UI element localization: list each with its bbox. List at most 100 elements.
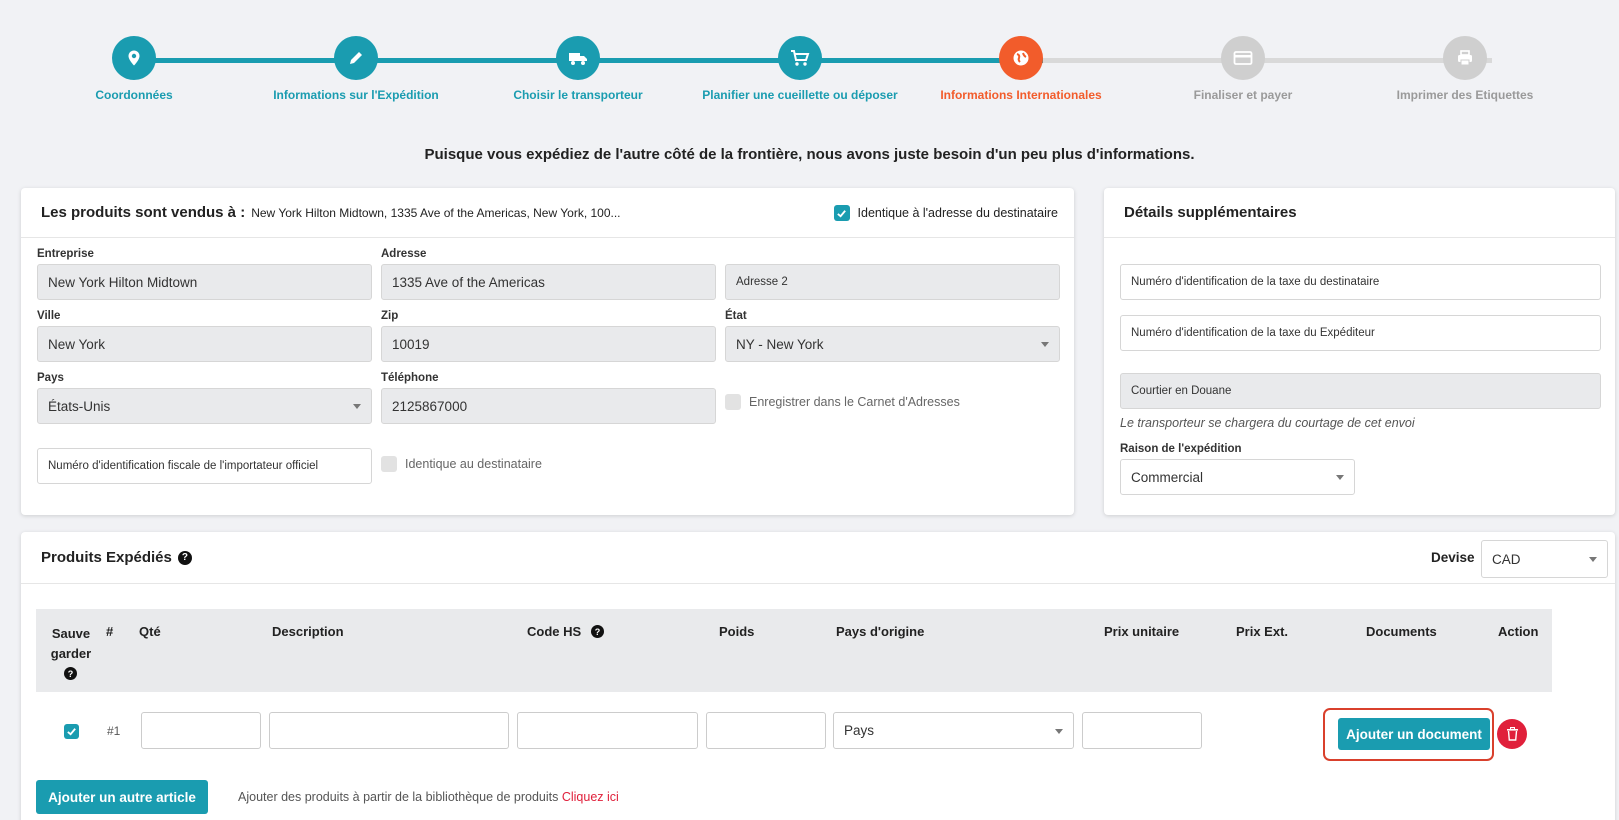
sold-to-title: Les produits sont vendus à : <box>41 204 246 221</box>
address2-field[interactable]: Adresse 2 <box>725 264 1060 300</box>
company-field[interactable]: New York Hilton Midtown <box>37 264 372 300</box>
step-label: Imprimer des Etiquettes <box>1396 88 1534 102</box>
chevron-down-icon <box>353 404 361 409</box>
col-number: # <box>106 624 114 639</box>
currency-value: CAD <box>1492 551 1521 567</box>
intro-message: Puisque vous expédiez de l'autre côté de… <box>424 146 1195 163</box>
reason-select[interactable]: Commercial <box>1120 459 1355 495</box>
importer-tax-id-field[interactable]: Numéro d'identification fiscale de l'imp… <box>37 448 372 484</box>
col-description: Description <box>272 624 344 639</box>
col-unit-price: Prix unitaire <box>1104 624 1180 639</box>
col-ext-price: Prix Ext. <box>1236 624 1289 639</box>
country-value: États-Unis <box>48 398 111 414</box>
library-link[interactable]: Cliquez ici <box>562 790 619 804</box>
step-label: Planifier une cueillette ou déposer <box>702 88 898 102</box>
help-icon[interactable]: ? <box>64 667 77 680</box>
progress-stepper: Coordonnées Informations sur l'Expédition… <box>0 34 1619 124</box>
chevron-down-icon <box>1041 342 1049 347</box>
step-label: Informations sur l'Expédition <box>273 88 439 102</box>
delete-row-button[interactable] <box>1497 719 1527 749</box>
row-number: #1 <box>107 724 121 738</box>
sold-to-address-summary: New York Hilton Midtown, 1335 Ave of the… <box>251 205 621 220</box>
reason-value: Commercial <box>1131 469 1204 485</box>
company-label: Entreprise <box>37 248 94 260</box>
checkbox-checked-icon <box>833 205 850 221</box>
chevron-down-icon <box>1336 475 1344 480</box>
library-hint: Ajouter des produits à partir de la bibl… <box>238 790 619 804</box>
qty-input[interactable] <box>141 712 261 749</box>
step-6[interactable]: Finaliser et payer <box>1133 34 1353 102</box>
state-label: État <box>725 310 747 322</box>
details-title: Détails supplémentaires <box>1124 204 1297 221</box>
zip-field[interactable]: 10019 <box>381 326 716 362</box>
same-as-recipient-label: Identique à l'adresse du destinataire <box>857 206 1058 220</box>
step-1[interactable]: Coordonnées <box>24 34 244 102</box>
city-label: Ville <box>37 310 61 322</box>
country-label: Pays <box>37 372 64 384</box>
map-pin-icon <box>112 36 156 80</box>
col-save: Sauvegarder <box>50 626 92 661</box>
save-address-book-label: Enregistrer dans le Carnet d'Adresses <box>749 395 960 409</box>
row-save-checkbox[interactable] <box>64 724 79 742</box>
customs-broker-field[interactable]: Courtier en Douane <box>1120 373 1601 409</box>
same-as-recipient-checkbox[interactable]: Identique à l'adresse du destinataire <box>833 205 1058 221</box>
currency-select[interactable]: CAD <box>1481 540 1608 578</box>
col-origin: Pays d'origine <box>836 624 925 639</box>
checkbox-unchecked-icon <box>381 456 397 472</box>
step-2[interactable]: Informations sur l'Expédition <box>246 34 466 102</box>
hs-code-input[interactable] <box>517 712 698 749</box>
step-label: Finaliser et payer <box>1193 88 1293 102</box>
checkbox-checked-icon <box>64 724 79 739</box>
zip-label: Zip <box>381 310 399 322</box>
origin-country-value: Pays <box>844 723 875 738</box>
phone-field[interactable]: 2125867000 <box>381 388 716 424</box>
help-icon[interactable]: ? <box>177 550 192 565</box>
step-7[interactable]: Imprimer des Etiquettes <box>1355 34 1575 102</box>
phone-label: Téléphone <box>381 372 439 384</box>
same-as-dest-label: Identique au destinataire <box>405 457 542 471</box>
state-select[interactable]: NY - New York <box>725 326 1060 362</box>
step-label: Choisir le transporteur <box>513 88 643 102</box>
city-field[interactable]: New York <box>37 326 372 362</box>
sold-to-card: Les produits sont vendus à : New York Hi… <box>21 188 1074 515</box>
col-documents: Documents <box>1366 624 1437 639</box>
library-text: Ajouter des produits à partir de la bibl… <box>238 790 559 804</box>
description-input[interactable] <box>269 712 509 749</box>
state-value: NY - New York <box>736 336 824 352</box>
add-document-button[interactable]: Ajouter un document <box>1338 718 1490 750</box>
same-as-dest-checkbox[interactable]: Identique au destinataire <box>381 456 542 472</box>
step-label: Coordonnées <box>95 88 173 102</box>
shipper-tax-id-field[interactable]: Numéro d'identification de la taxe du Ex… <box>1120 315 1601 351</box>
trash-icon <box>1506 727 1518 741</box>
step-label: Informations Internationales <box>940 88 1102 102</box>
origin-country-select[interactable]: Pays <box>833 712 1074 749</box>
recipient-tax-id-field[interactable]: Numéro d'identification de la taxe du de… <box>1120 264 1601 300</box>
help-icon[interactable]: ? <box>591 625 604 638</box>
checkbox-unchecked-icon <box>725 394 741 410</box>
address-field[interactable]: 1335 Ave of the Americas <box>381 264 716 300</box>
products-table-header: Sauvegarder ? # Qté Description Code HS … <box>36 609 1552 692</box>
currency-label: Devise <box>1431 550 1475 565</box>
globe-icon <box>999 36 1043 80</box>
products-title: Produits Expédiés <box>41 549 172 566</box>
additional-details-card: Détails supplémentaires Numéro d'identif… <box>1104 188 1615 515</box>
weight-input[interactable] <box>706 712 826 749</box>
col-action: Action <box>1498 624 1539 639</box>
cart-icon <box>778 36 822 80</box>
chevron-down-icon <box>1055 729 1063 734</box>
unit-price-input[interactable] <box>1082 712 1202 749</box>
col-qty: Qté <box>139 624 161 639</box>
add-item-button[interactable]: Ajouter un autre article <box>36 780 208 814</box>
reason-label: Raison de l'expédition <box>1120 443 1242 455</box>
country-select[interactable]: États-Unis <box>37 388 372 424</box>
printer-icon <box>1443 36 1487 80</box>
pencil-icon <box>334 36 378 80</box>
address-label: Adresse <box>381 248 427 260</box>
save-address-book-checkbox[interactable]: Enregistrer dans le Carnet d'Adresses <box>725 394 960 410</box>
step-5[interactable]: Informations Internationales <box>911 34 1131 102</box>
step-4[interactable]: Planifier une cueillette ou déposer <box>690 34 910 102</box>
col-hs-code: Code HS <box>527 624 582 639</box>
chevron-down-icon <box>1589 557 1597 562</box>
credit-card-icon <box>1221 36 1265 80</box>
step-3[interactable]: Choisir le transporteur <box>468 34 688 102</box>
